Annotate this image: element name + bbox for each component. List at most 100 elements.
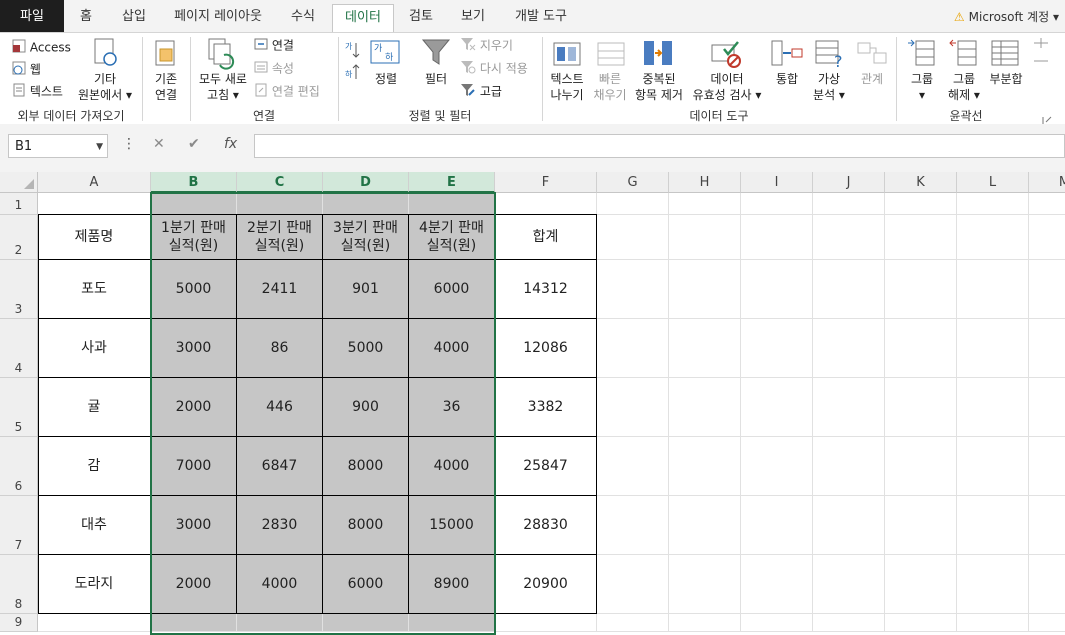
cell-l9[interactable] bbox=[957, 614, 1029, 632]
refresh-all-button[interactable]: 모두 새로 고침 ▾ bbox=[194, 71, 252, 103]
row-header-3[interactable]: 3 bbox=[0, 260, 38, 319]
other-sources-button[interactable]: 기타 원본에서 ▾ bbox=[74, 71, 136, 103]
cell-b6[interactable]: 7000 bbox=[151, 437, 237, 496]
enter-icon[interactable]: ✔ bbox=[188, 136, 200, 152]
column-header-c[interactable]: C bbox=[237, 172, 323, 193]
cell-k4[interactable] bbox=[885, 319, 957, 378]
row-header-8[interactable]: 8 bbox=[0, 555, 38, 614]
cell-c4[interactable]: 86 bbox=[237, 319, 323, 378]
cell-a9[interactable] bbox=[38, 614, 151, 632]
row-header-4[interactable]: 4 bbox=[0, 319, 38, 378]
cell-f5[interactable]: 3382 bbox=[495, 378, 597, 437]
cell-c9[interactable] bbox=[237, 614, 323, 632]
cell-l2[interactable] bbox=[957, 215, 1029, 260]
cell-b2[interactable]: 1분기 판매 실적(원) bbox=[151, 215, 237, 260]
cell-l3[interactable] bbox=[957, 260, 1029, 319]
cell-m4[interactable] bbox=[1029, 319, 1065, 378]
column-header-a[interactable]: A bbox=[38, 172, 151, 193]
cell-e6[interactable]: 4000 bbox=[409, 437, 495, 496]
cell-l6[interactable] bbox=[957, 437, 1029, 496]
cell-h6[interactable] bbox=[669, 437, 741, 496]
column-header-e[interactable]: E bbox=[409, 172, 495, 193]
formula-input[interactable] bbox=[254, 134, 1065, 158]
tab-view[interactable]: 보기 bbox=[450, 0, 496, 32]
cell-c7[interactable]: 2830 bbox=[237, 496, 323, 555]
row-header-5[interactable]: 5 bbox=[0, 378, 38, 437]
access-button[interactable]: Access bbox=[12, 39, 71, 57]
row-header-7[interactable]: 7 bbox=[0, 496, 38, 555]
remove-duplicates-button[interactable]: 중복된 항목 제거 bbox=[632, 71, 686, 103]
cell-i9[interactable] bbox=[741, 614, 813, 632]
cell-g4[interactable] bbox=[597, 319, 669, 378]
cell-b3[interactable]: 5000 bbox=[151, 260, 237, 319]
cell-j9[interactable] bbox=[813, 614, 885, 632]
cell-k9[interactable] bbox=[885, 614, 957, 632]
cell-a2[interactable]: 제품명 bbox=[38, 215, 151, 260]
cell-g2[interactable] bbox=[597, 215, 669, 260]
cell-a1[interactable] bbox=[38, 193, 151, 215]
tab-insert[interactable]: 삽입 bbox=[112, 0, 156, 32]
cell-j5[interactable] bbox=[813, 378, 885, 437]
cell-i1[interactable] bbox=[741, 193, 813, 215]
edit-links-button[interactable]: 연결 편집 bbox=[254, 83, 320, 101]
column-header-g[interactable]: G bbox=[597, 172, 669, 193]
cell-a6[interactable]: 감 bbox=[38, 437, 151, 496]
cell-j4[interactable] bbox=[813, 319, 885, 378]
cell-g1[interactable] bbox=[597, 193, 669, 215]
cell-f2[interactable]: 합계 bbox=[495, 215, 597, 260]
cell-m3[interactable] bbox=[1029, 260, 1065, 319]
tab-formulas[interactable]: 수식 bbox=[280, 0, 326, 32]
cell-k7[interactable] bbox=[885, 496, 957, 555]
relationships-button[interactable]: 관계 bbox=[852, 71, 892, 87]
cell-j2[interactable] bbox=[813, 215, 885, 260]
cell-g7[interactable] bbox=[597, 496, 669, 555]
cell-e3[interactable]: 6000 bbox=[409, 260, 495, 319]
cell-d5[interactable]: 900 bbox=[323, 378, 409, 437]
tab-data[interactable]: 데이터 bbox=[332, 4, 394, 34]
cell-i4[interactable] bbox=[741, 319, 813, 378]
cell-i5[interactable] bbox=[741, 378, 813, 437]
column-header-k[interactable]: K bbox=[885, 172, 957, 193]
cell-g6[interactable] bbox=[597, 437, 669, 496]
cell-d3[interactable]: 901 bbox=[323, 260, 409, 319]
column-header-i[interactable]: I bbox=[741, 172, 813, 193]
cell-m2[interactable] bbox=[1029, 215, 1065, 260]
cell-b8[interactable]: 2000 bbox=[151, 555, 237, 614]
cell-j7[interactable] bbox=[813, 496, 885, 555]
cell-g5[interactable] bbox=[597, 378, 669, 437]
cell-d1[interactable] bbox=[323, 193, 409, 215]
cancel-icon[interactable]: ✕ bbox=[153, 136, 165, 152]
cell-e7[interactable]: 15000 bbox=[409, 496, 495, 555]
cell-e9[interactable] bbox=[409, 614, 495, 632]
cell-d8[interactable]: 6000 bbox=[323, 555, 409, 614]
cell-j8[interactable] bbox=[813, 555, 885, 614]
cell-h9[interactable] bbox=[669, 614, 741, 632]
cell-k3[interactable] bbox=[885, 260, 957, 319]
cell-l7[interactable] bbox=[957, 496, 1029, 555]
cell-j6[interactable] bbox=[813, 437, 885, 496]
tab-home[interactable]: 홈 bbox=[68, 0, 104, 32]
cell-i8[interactable] bbox=[741, 555, 813, 614]
row-header-1[interactable]: 1 bbox=[0, 193, 38, 215]
cell-b9[interactable] bbox=[151, 614, 237, 632]
cell-m8[interactable] bbox=[1029, 555, 1065, 614]
text-import-button[interactable]: 텍스트 bbox=[12, 83, 63, 101]
web-button[interactable]: 웹 bbox=[12, 61, 41, 79]
cell-g8[interactable] bbox=[597, 555, 669, 614]
cell-f1[interactable] bbox=[495, 193, 597, 215]
cell-k5[interactable] bbox=[885, 378, 957, 437]
cell-g3[interactable] bbox=[597, 260, 669, 319]
cell-h1[interactable] bbox=[669, 193, 741, 215]
tab-page-layout[interactable]: 페이지 레이아웃 bbox=[164, 0, 272, 32]
cell-h2[interactable] bbox=[669, 215, 741, 260]
cell-m5[interactable] bbox=[1029, 378, 1065, 437]
consolidate-button[interactable]: 통합 bbox=[768, 71, 806, 87]
cell-m9[interactable] bbox=[1029, 614, 1065, 632]
cell-j3[interactable] bbox=[813, 260, 885, 319]
cell-k1[interactable] bbox=[885, 193, 957, 215]
cell-k8[interactable] bbox=[885, 555, 957, 614]
text-to-columns-button[interactable]: 텍스트 나누기 bbox=[546, 71, 588, 103]
insert-function-icon[interactable]: fx bbox=[224, 136, 237, 152]
cell-c2[interactable]: 2분기 판매 실적(원) bbox=[237, 215, 323, 260]
cell-m6[interactable] bbox=[1029, 437, 1065, 496]
